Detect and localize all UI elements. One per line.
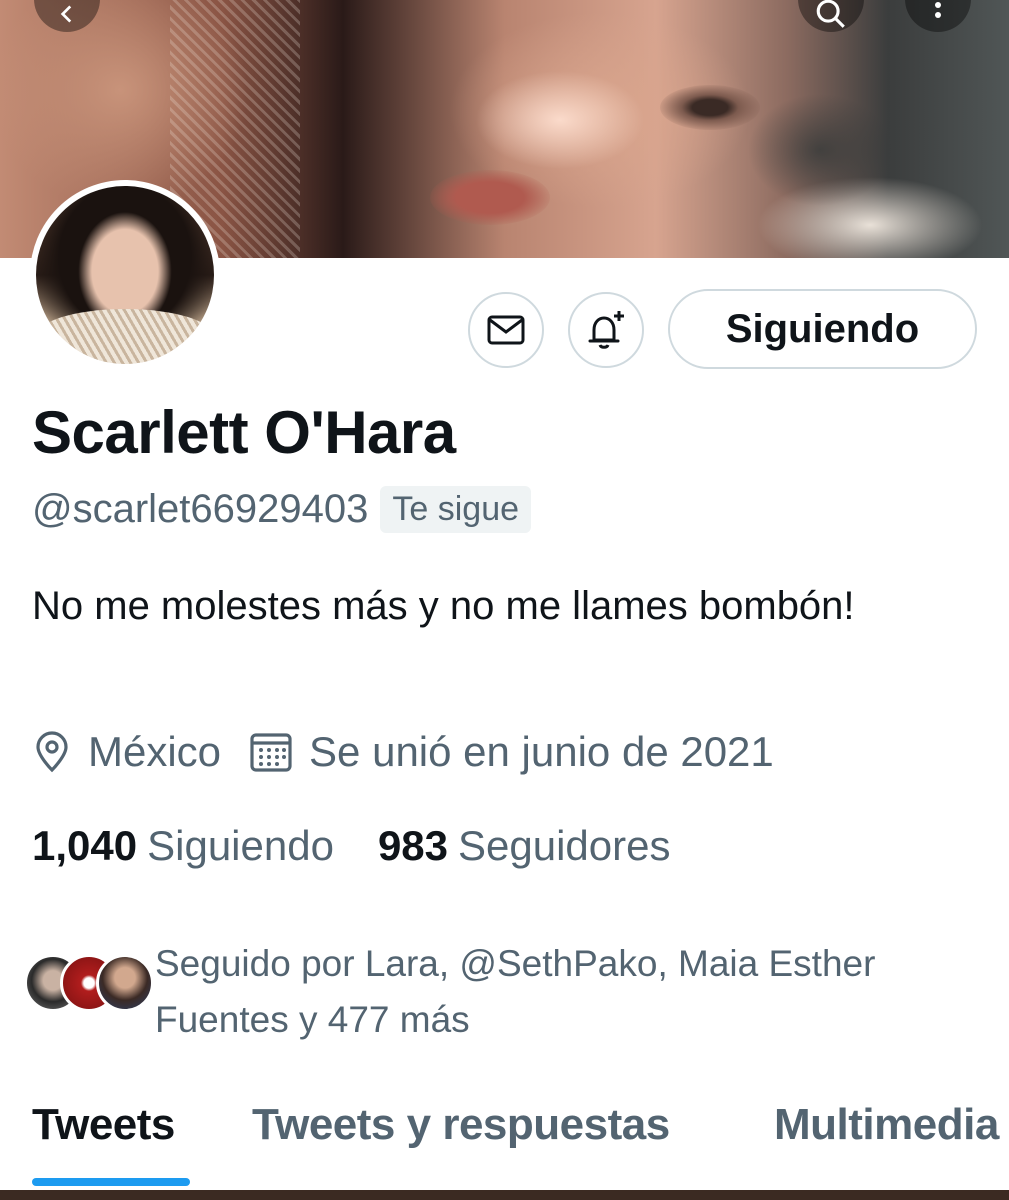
display-name: Scarlett O'Hara: [32, 399, 456, 466]
follows-you-badge: Te sigue: [380, 486, 532, 533]
followers-link[interactable]: 983 Seguidores: [378, 822, 671, 870]
followers-count: 983: [377, 822, 449, 869]
search-icon: [816, 0, 845, 28]
following-label: Siguiendo: [147, 822, 334, 869]
following-button[interactable]: Siguiendo: [668, 289, 977, 369]
message-button[interactable]: [468, 292, 544, 368]
profile-stats: 1,040 Siguiendo 983 Seguidores: [32, 822, 671, 870]
banner-eye-detail: [660, 85, 760, 130]
bell-plus-icon: [588, 311, 624, 349]
avatar-collar-detail: [36, 309, 214, 364]
notifications-button[interactable]: [568, 292, 644, 368]
joined-date-text: Se unió en junio de 2021: [309, 728, 774, 775]
active-tab-indicator: [32, 1178, 190, 1186]
tab-tweets-and-replies[interactable]: Tweets y respuestas: [252, 1100, 670, 1150]
location-pin-icon: [36, 731, 68, 773]
calendar-icon: [250, 733, 292, 772]
arrow-left-icon: [60, 5, 72, 23]
mini-avatar: [96, 954, 154, 1012]
followers-label: Seguidores: [458, 822, 671, 869]
following-count: 1,040: [32, 822, 138, 869]
profile-bio: No me molestes más y no me llames bombón…: [32, 584, 855, 628]
profile-tabs: Tweets Tweets y respuestas Multimedia: [0, 1092, 1009, 1188]
avatar-image: [36, 186, 214, 364]
profile-meta: México Se unió en junio de 2021: [32, 728, 774, 776]
bottom-edge: [0, 1190, 1009, 1200]
following-link[interactable]: 1,040 Siguiendo: [32, 822, 334, 870]
more-vertical-icon: [935, 2, 941, 18]
location-text: México: [88, 728, 222, 775]
followed-by-avatars: [24, 954, 154, 1034]
user-handle: @scarlet66929403: [32, 487, 369, 531]
envelope-icon: [487, 315, 525, 345]
tab-media[interactable]: Multimedia: [774, 1100, 999, 1150]
followed-by-text: Seguido por Lara, @SethPako, Maia Esther…: [155, 943, 876, 1040]
banner-lips-detail: [430, 170, 550, 225]
handle-row: @scarlet66929403 Te sigue: [32, 486, 532, 533]
profile-avatar[interactable]: [30, 180, 220, 370]
followed-by-section[interactable]: Seguido por Lara, @SethPako, Maia Esther…: [24, 936, 975, 1048]
tab-tweets[interactable]: Tweets: [32, 1100, 175, 1150]
